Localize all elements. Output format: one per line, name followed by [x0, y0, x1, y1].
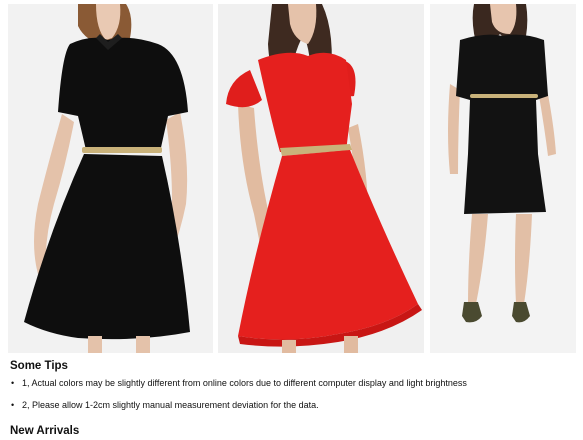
- bullet-icon: •: [11, 378, 15, 388]
- tip-item: • 1, Actual colors may be slightly diffe…: [10, 376, 467, 398]
- tip-item: • 2, Please allow 1-2cm slightly manual …: [10, 398, 467, 420]
- tip-text: 2, Please allow 1-2cm slightly manual me…: [22, 400, 319, 410]
- new-arrivals-heading: New Arrivals: [10, 425, 80, 437]
- tips-list: • 1, Actual colors may be slightly diffe…: [10, 376, 467, 420]
- tips-heading: Some Tips: [10, 360, 68, 372]
- black-sheath-dress-photo: [430, 4, 576, 353]
- black-collared-dress-photo: [8, 4, 213, 353]
- bullet-icon: •: [11, 400, 15, 410]
- red-chiffon-dress-photo: [218, 4, 424, 353]
- tip-text: 1, Actual colors may be slightly differe…: [22, 378, 467, 388]
